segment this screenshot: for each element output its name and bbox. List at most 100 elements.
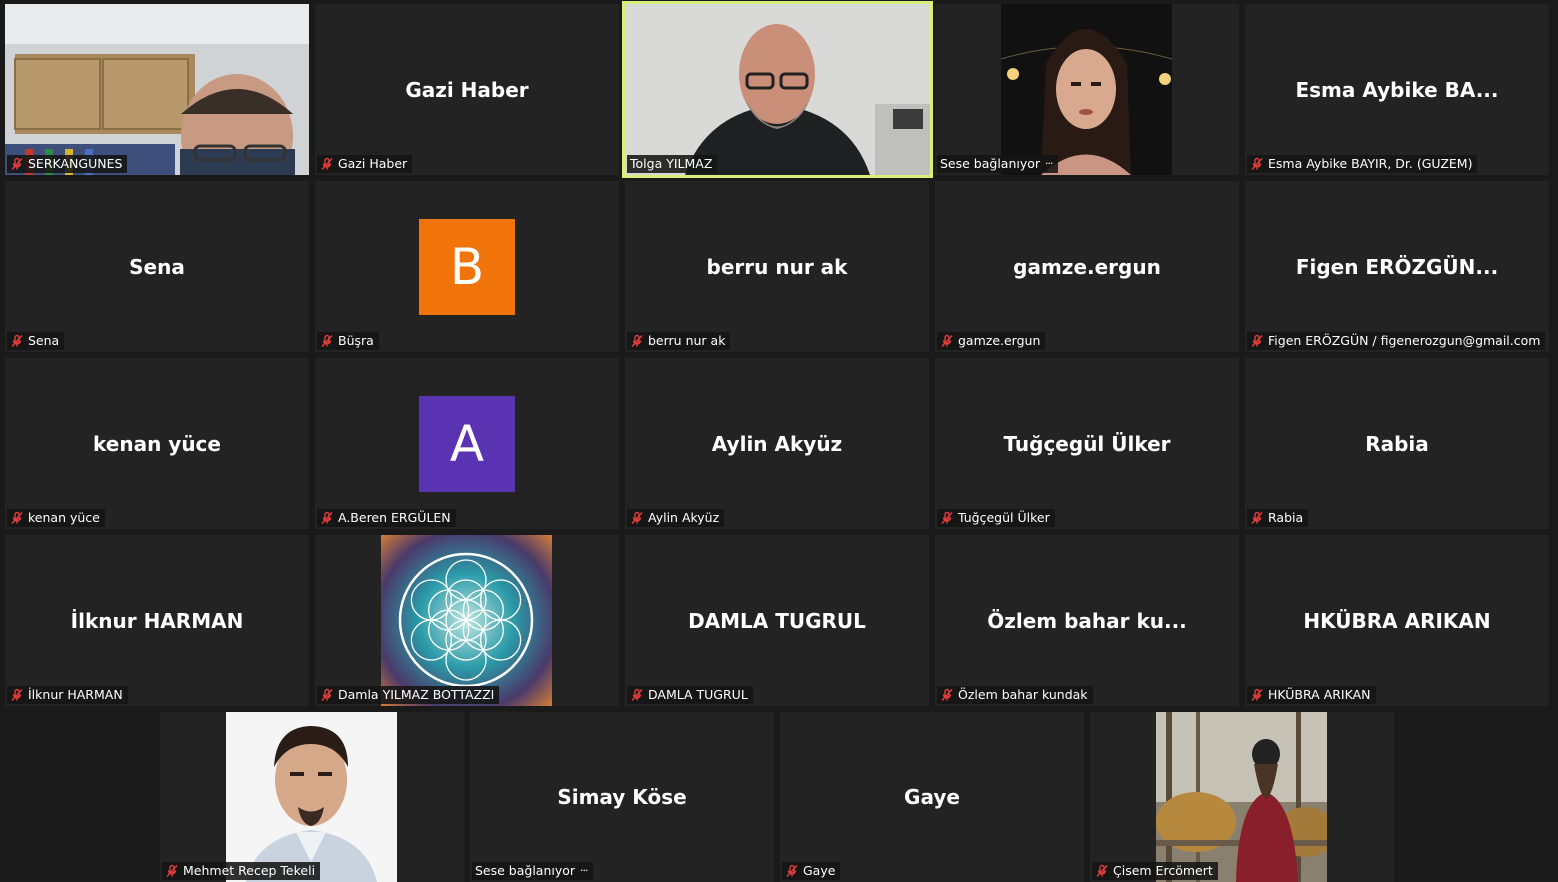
video-tile-tugcegul-ulker[interactable]: Tuğçegül Ülker Tuğçegül Ülker bbox=[935, 358, 1239, 529]
participant-name-label: HKÜBRA ARIKAN bbox=[1247, 686, 1376, 704]
mic-muted-icon bbox=[631, 511, 643, 525]
participant-name: Çisem Ercömert bbox=[1113, 863, 1213, 878]
participant-name-label: Rabia bbox=[1247, 509, 1309, 527]
mic-muted-icon bbox=[1251, 688, 1263, 702]
participant-display-name: gamze.ergun bbox=[1013, 254, 1161, 279]
participant-name: Gaye bbox=[803, 863, 836, 878]
mic-muted-icon bbox=[321, 334, 333, 348]
participant-name-label: Tolga YILMAZ bbox=[627, 155, 718, 173]
participant-display-name: İlknur HARMAN bbox=[70, 608, 244, 633]
participant-photo bbox=[1001, 4, 1172, 175]
participant-display-name: Gazi Haber bbox=[405, 77, 529, 102]
participant-display-name: Figen ERÖZGÜN... bbox=[1295, 254, 1499, 279]
participant-photo bbox=[381, 535, 552, 706]
participant-name: DAMLA TUGRUL bbox=[648, 687, 748, 702]
video-tile-hkubra-arikan[interactable]: HKÜBRA ARIKAN HKÜBRA ARIKAN bbox=[1245, 535, 1549, 706]
participant-name: Mehmet Recep Tekeli bbox=[183, 863, 316, 878]
avatar: B bbox=[419, 218, 515, 315]
participant-name: berru nur ak bbox=[648, 333, 726, 348]
video-tile-damla-tugrul[interactable]: DAMLA TUGRUL DAMLA TUGRUL bbox=[625, 535, 929, 706]
participant-name: Sena bbox=[28, 333, 60, 348]
participant-name-label: A.Beren ERGÜLEN bbox=[317, 509, 456, 527]
participant-name: Özlem bahar kundak bbox=[958, 687, 1088, 702]
participant-display-name: Sena bbox=[129, 254, 185, 279]
video-tile-gaye[interactable]: Gaye Gaye bbox=[780, 712, 1084, 882]
participant-name-label: Sese bağlanıyor ··· bbox=[472, 862, 593, 880]
video-tile-ilknur-harman[interactable]: İlknur HARMAN İlknur HARMAN bbox=[5, 535, 309, 706]
video-tile-figen-erozgun[interactable]: Figen ERÖZGÜN... Figen ERÖZGÜN / figener… bbox=[1245, 181, 1549, 352]
participant-name: Aylin Akyüz bbox=[648, 510, 720, 525]
participant-name-label: Özlem bahar kundak bbox=[937, 686, 1093, 704]
participant-photo bbox=[1156, 712, 1327, 882]
participant-name: Esma Aybike BAYIR, Dr. (GUZEM) bbox=[1268, 156, 1473, 171]
mic-muted-icon bbox=[1251, 157, 1263, 171]
participant-name: Figen ERÖZGÜN / figenerozgun@gmail.com bbox=[1268, 333, 1541, 348]
participant-display-name: berru nur ak bbox=[706, 254, 848, 279]
video-tile-kenan-yuce[interactable]: kenan yüce kenan yüce bbox=[5, 358, 309, 529]
participant-name: gamze.ergun bbox=[958, 333, 1041, 348]
video-tile-simay-kose[interactable]: Simay Köse Sese bağlanıyor ··· bbox=[470, 712, 774, 882]
video-tile-busra[interactable]: B Büşra bbox=[315, 181, 619, 352]
mic-muted-icon bbox=[786, 864, 798, 878]
participant-display-name: Rabia bbox=[1365, 431, 1429, 456]
participant-name-label: Sena bbox=[7, 332, 65, 350]
participant-display-name: HKÜBRA ARIKAN bbox=[1303, 608, 1491, 633]
participant-display-name: DAMLA TUGRUL bbox=[688, 608, 866, 633]
participant-name-label: DAMLA TUGRUL bbox=[627, 686, 753, 704]
participant-name-label: Sese bağlanıyor ··· bbox=[937, 155, 1058, 173]
participant-name-label: Esma Aybike BAYIR, Dr. (GUZEM) bbox=[1247, 155, 1478, 173]
video-tile-aylin-akyuz[interactable]: Aylin Akyüz Aylin Akyüz bbox=[625, 358, 929, 529]
mic-muted-icon bbox=[321, 157, 333, 171]
participant-name-label: Aylin Akyüz bbox=[627, 509, 725, 527]
participant-name-label: Çisem Ercömert bbox=[1092, 862, 1218, 880]
participant-name-label: Damla YILMAZ BOTTAZZI bbox=[317, 686, 500, 704]
participant-name-label: kenan yüce bbox=[7, 509, 105, 527]
participant-name-label: berru nur ak bbox=[627, 332, 731, 350]
video-tile-gamze-ergun[interactable]: gamze.ergun gamze.ergun bbox=[935, 181, 1239, 352]
participant-video bbox=[625, 4, 930, 175]
participant-name: Tolga YILMAZ bbox=[630, 156, 713, 171]
mic-muted-icon bbox=[941, 334, 953, 348]
video-tile-connecting-1[interactable]: Sese bağlanıyor ··· bbox=[935, 4, 1239, 175]
participant-name: kenan yüce bbox=[28, 510, 100, 525]
participant-name-label: Büşra bbox=[317, 332, 379, 350]
mic-muted-icon bbox=[11, 511, 23, 525]
mic-muted-icon bbox=[321, 688, 333, 702]
ellipsis-icon: ··· bbox=[580, 864, 588, 877]
participant-name-label: Figen ERÖZGÜN / figenerozgun@gmail.com bbox=[1247, 332, 1546, 350]
mic-muted-icon bbox=[1251, 511, 1263, 525]
participant-name-label: İlknur HARMAN bbox=[7, 686, 128, 704]
video-tile-gazi-haber[interactable]: Gazi Haber Gazi Haber bbox=[315, 4, 619, 175]
mic-muted-icon bbox=[1251, 334, 1263, 348]
video-tile-esma-aybike-bayir[interactable]: Esma Aybike BA... Esma Aybike BAYIR, Dr.… bbox=[1245, 4, 1549, 175]
video-tile-sena[interactable]: Sena Sena bbox=[5, 181, 309, 352]
video-tile-ozlem-bahar-kundak[interactable]: Özlem bahar ku... Özlem bahar kundak bbox=[935, 535, 1239, 706]
video-tile-berru-nur-ak[interactable]: berru nur ak berru nur ak bbox=[625, 181, 929, 352]
mic-muted-icon bbox=[941, 511, 953, 525]
video-tile-rabia[interactable]: Rabia Rabia bbox=[1245, 358, 1549, 529]
mic-muted-icon bbox=[11, 334, 23, 348]
mic-muted-icon bbox=[631, 334, 643, 348]
video-tile-cisem-ercomert[interactable]: Çisem Ercömert bbox=[1090, 712, 1394, 882]
participant-display-name: Esma Aybike BA... bbox=[1295, 77, 1499, 102]
participant-name: A.Beren ERGÜLEN bbox=[338, 510, 451, 525]
participant-display-name: kenan yüce bbox=[93, 431, 221, 456]
video-tile-serkangunes[interactable]: SERKANGUNES bbox=[5, 4, 309, 175]
participant-name: Tuğçegül Ülker bbox=[958, 510, 1050, 525]
mic-muted-icon bbox=[631, 688, 643, 702]
mic-muted-icon bbox=[11, 157, 23, 171]
participant-name-label: SERKANGUNES bbox=[7, 155, 128, 173]
participant-display-name: Özlem bahar ku... bbox=[987, 608, 1187, 633]
avatar: A bbox=[419, 395, 515, 492]
participant-name: Damla YILMAZ BOTTAZZI bbox=[338, 687, 495, 702]
participant-name: Rabia bbox=[1268, 510, 1304, 525]
video-tile-mehmet-recep-tekeli[interactable]: Mehmet Recep Tekeli bbox=[160, 712, 464, 882]
participant-name: Büşra bbox=[338, 333, 374, 348]
video-tile-damla-yilmaz-bottazzi[interactable]: Damla YILMAZ BOTTAZZI bbox=[315, 535, 619, 706]
mic-muted-icon bbox=[321, 511, 333, 525]
mic-muted-icon bbox=[1096, 864, 1108, 878]
video-tile-tolga-yilmaz[interactable]: Tolga YILMAZ bbox=[622, 1, 933, 178]
video-tile-a-beren-ergulen[interactable]: A A.Beren ERGÜLEN bbox=[315, 358, 619, 529]
participant-name: Sese bağlanıyor bbox=[940, 156, 1041, 171]
mic-muted-icon bbox=[941, 688, 953, 702]
